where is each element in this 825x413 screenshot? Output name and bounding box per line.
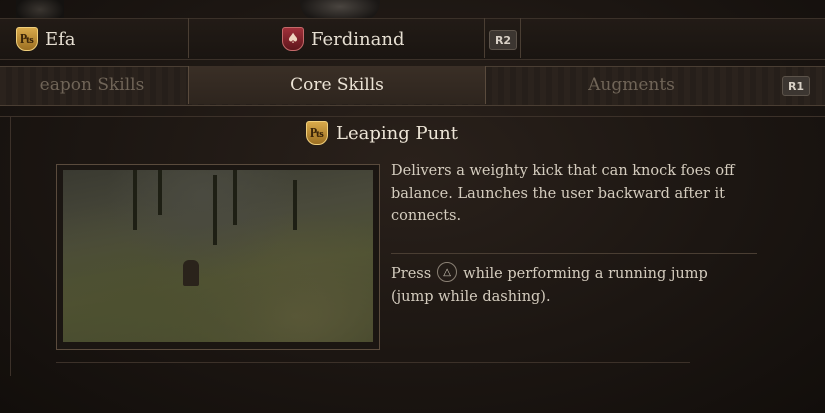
tree-trunk (233, 170, 237, 225)
party-divider (188, 18, 189, 58)
tab-weapon-skills[interactable]: eapon Skills (0, 66, 188, 104)
skill-input-instruction: Press △ while performing a running jump (j… (391, 262, 741, 309)
party-member-efa[interactable]: ₧ Efa (16, 27, 76, 51)
player-crest-icon: ₧ (16, 27, 38, 51)
r1-button-icon[interactable]: R1 (782, 76, 810, 96)
skill-description: Delivers a weighty kick that can knock f… (391, 163, 735, 224)
party-divider (484, 18, 485, 58)
skill-title: Leaping Punt (336, 122, 458, 144)
triangle-button-icon: △ (437, 262, 458, 282)
tree-trunk (158, 170, 162, 215)
skill-crest-icon: ₧ (306, 121, 328, 145)
tab-augments[interactable]: Augments (485, 66, 778, 104)
panel-edge (0, 116, 11, 376)
skill-header: ₧ Leaping Punt (306, 120, 458, 146)
bottom-divider (56, 362, 690, 363)
description-divider (391, 253, 757, 254)
pawn-crest-icon: ♠ (282, 27, 304, 51)
party-member-name: Ferdinand (311, 28, 405, 50)
party-divider (520, 18, 521, 58)
party-bar (0, 18, 825, 60)
party-member-name: Efa (45, 28, 76, 50)
tab-core-skills[interactable]: Core Skills (188, 66, 486, 104)
r2-button-icon[interactable]: R2 (489, 30, 517, 50)
title-divider (0, 116, 825, 117)
character-figure (183, 260, 199, 286)
party-member-ferdinand[interactable]: ♠ Ferdinand (282, 27, 404, 51)
skill-preview-image (63, 170, 373, 342)
tree-trunk (133, 170, 137, 230)
instruction-prefix: Press (391, 266, 432, 282)
tree-trunk (293, 180, 297, 230)
tree-trunk (213, 175, 217, 245)
